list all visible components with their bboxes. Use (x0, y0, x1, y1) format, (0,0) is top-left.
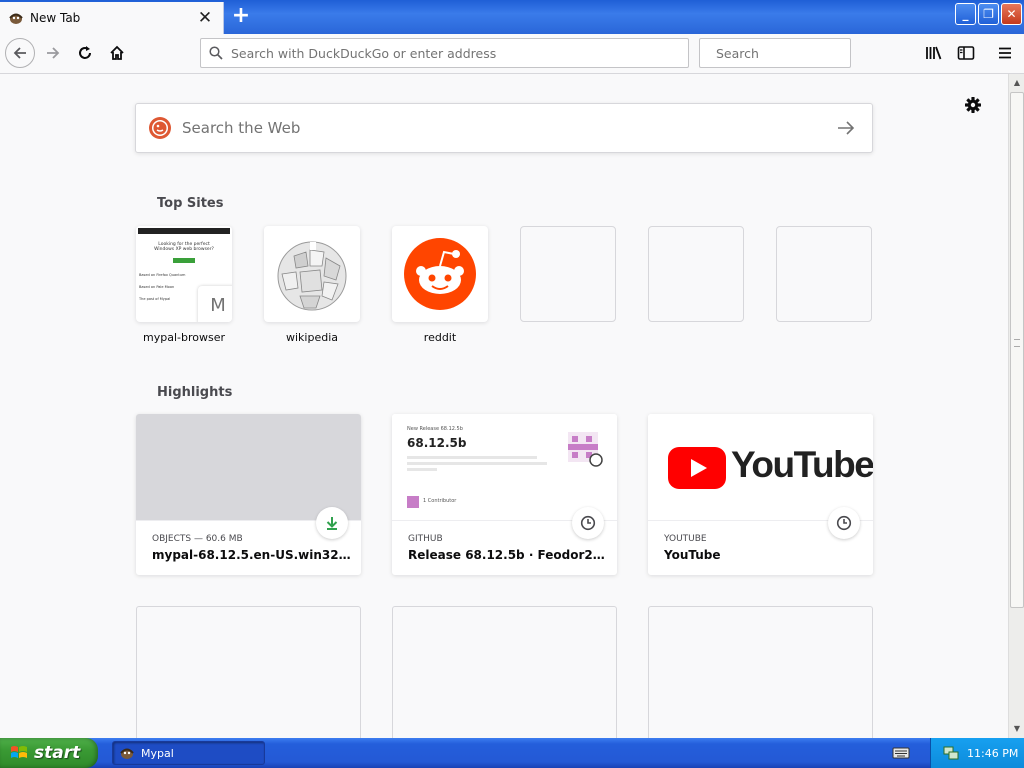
close-window-button[interactable]: ✕ (1001, 3, 1022, 25)
card-thumbnail: YouTube (648, 414, 873, 521)
tab-close-icon[interactable]: ✕ (195, 8, 215, 28)
highlight-placeholder (136, 606, 361, 738)
highlight-placeholder (392, 606, 617, 738)
thumb-contributors: 1 Contributor (423, 498, 457, 504)
tab-strip: New Tab ✕ + _ ❐ ✕ (0, 0, 1024, 34)
search-bar[interactable] (699, 38, 872, 68)
taskbar: start Mypal 11:46 PM (0, 738, 1024, 768)
top-site-empty[interactable] (520, 226, 616, 322)
start-button[interactable]: start (0, 738, 98, 768)
scroll-down-icon[interactable]: ▼ (1010, 721, 1024, 737)
top-site-label: wikipedia (285, 331, 338, 344)
thumb-version: 68.12.5b (407, 436, 467, 450)
library-icon (926, 46, 942, 60)
reload-button[interactable] (70, 38, 100, 68)
scrollbar-thumb[interactable] (1010, 92, 1024, 608)
thumb-line-1: Based on Firefox Quantum (139, 273, 186, 277)
youtube-wordmark: YouTube (731, 444, 873, 485)
address-input[interactable] (231, 45, 688, 61)
top-site-label: mypal-browser (143, 331, 225, 344)
card-context: GITHUB (408, 534, 443, 544)
search-icon (209, 46, 223, 60)
highlights-heading: Highlights (157, 385, 233, 400)
sidebar-button[interactable] (952, 39, 980, 67)
reddit-logo-icon (404, 238, 476, 310)
top-site-wikipedia[interactable] (264, 226, 360, 322)
github-avatar-icon (568, 432, 603, 467)
system-tray: 11:46 PM (930, 738, 1024, 768)
taskbar-clock: 11:46 PM (967, 746, 1019, 760)
card-title: YouTube (664, 548, 721, 562)
highlight-card-youtube[interactable]: YouTube YOUTUBE YouTube (648, 414, 873, 575)
start-label: start (34, 743, 81, 763)
card-context: OBJECTS — 60.6 MB (152, 534, 243, 544)
keyboard-icon[interactable] (892, 745, 910, 761)
wikipedia-globe-icon (277, 241, 347, 311)
library-button[interactable] (920, 39, 948, 67)
site-letter-badge: M (198, 286, 232, 322)
top-site-mypal[interactable]: Looking for the perfect Windows XP web b… (136, 226, 232, 322)
menu-button[interactable] (991, 39, 1019, 67)
download-icon (316, 507, 348, 539)
duckduckgo-logo-icon (149, 117, 171, 139)
card-thumbnail: New Release 68.12.5b 68.12.5b 1 Contribu… (392, 414, 617, 521)
top-site-empty[interactable] (776, 226, 872, 322)
hamburger-menu-icon (999, 47, 1011, 59)
vertical-scrollbar[interactable]: ▲ ▼ (1008, 74, 1024, 738)
windows-logo-icon (11, 746, 27, 758)
card-title: Release 68.12.5b · Feodor2/Myp... (408, 548, 608, 562)
tab-title: New Tab (30, 11, 81, 25)
new-tab-button[interactable]: + (229, 5, 253, 29)
search-input[interactable] (716, 45, 872, 61)
youtube-logo-icon (668, 447, 726, 489)
sidebar-icon (957, 46, 975, 60)
clock-icon (572, 507, 604, 539)
minimize-button[interactable]: _ (955, 3, 976, 25)
highlight-card-download[interactable]: OBJECTS — 60.6 MB mypal-68.12.5.en-US.wi… (136, 414, 361, 575)
maximize-button[interactable]: ❐ (978, 3, 999, 25)
forward-arrow-icon (47, 47, 60, 59)
taskbar-item-mypal[interactable]: Mypal (112, 741, 265, 765)
top-site-reddit[interactable] (392, 226, 488, 322)
reload-icon (79, 46, 91, 59)
card-title: mypal-68.12.5.en-US.win32.zip (152, 548, 352, 562)
home-icon (110, 45, 124, 60)
top-site-label: reddit (423, 331, 457, 344)
contributor-avatar-icon (407, 496, 419, 508)
new-tab-page: Top Sites Looking for the perfect Window… (0, 74, 1008, 738)
search-submit-button[interactable] (826, 108, 866, 148)
thumb-small-text: New Release 68.12.5b (407, 426, 463, 432)
highlight-placeholder (648, 606, 873, 738)
top-sites-heading: Top Sites (157, 196, 224, 211)
card-context: YOUTUBE (664, 534, 707, 544)
back-arrow-icon (13, 47, 26, 59)
gear-icon[interactable] (962, 94, 984, 116)
network-icon[interactable] (943, 745, 959, 761)
web-search-box[interactable] (135, 103, 873, 153)
highlight-card-github[interactable]: New Release 68.12.5b 68.12.5b 1 Contribu… (392, 414, 617, 575)
mypal-app-icon (120, 748, 134, 759)
address-bar[interactable] (200, 38, 689, 68)
thumb-heading-2: Windows XP web browser? (154, 247, 214, 252)
arrow-right-icon (838, 121, 855, 135)
top-site-empty[interactable] (648, 226, 744, 322)
clock-icon (828, 507, 860, 539)
home-button[interactable] (102, 38, 132, 68)
tab-new-tab[interactable]: New Tab ✕ (0, 2, 224, 34)
card-thumbnail (136, 414, 361, 521)
taskbar-item-label: Mypal (141, 746, 174, 760)
mypal-favicon-icon (9, 13, 23, 24)
scroll-up-icon[interactable]: ▲ (1010, 75, 1024, 91)
web-search-input[interactable] (182, 119, 826, 137)
navigation-toolbar (0, 34, 1024, 74)
forward-button[interactable] (38, 38, 68, 68)
back-button[interactable] (5, 38, 35, 68)
